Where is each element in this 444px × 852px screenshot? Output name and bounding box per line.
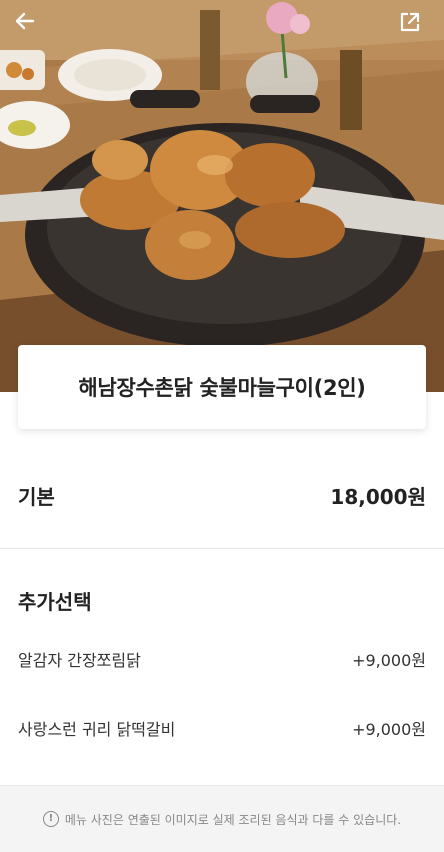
share-external-icon	[400, 12, 420, 32]
option-name: 사랑스런 귀리 닭떡갈비	[18, 720, 176, 739]
base-label: 기본	[18, 484, 55, 509]
notice-text: 메뉴 사진은 연출된 이미지로 실제 조리된 음식과 다를 수 있습니다.	[64, 812, 402, 827]
food-photo	[0, 0, 444, 392]
share-button[interactable]	[398, 10, 430, 42]
option-price: +9,000원	[352, 651, 426, 670]
product-title-card: 해남장수촌닭 숯불마늘구이(2인)	[18, 345, 426, 429]
option-name: 알감자 간장쪼림닭	[18, 651, 141, 670]
product-hero-image	[0, 0, 444, 392]
option-price: +9,000원	[352, 720, 426, 739]
section-divider	[0, 548, 444, 549]
arrow-left-icon	[15, 12, 35, 30]
back-button[interactable]	[14, 10, 46, 42]
option-item[interactable]: 사랑스런 귀리 닭떡갈비 +9,000원	[18, 713, 426, 743]
base-price-row: 기본 18,000원	[18, 476, 426, 514]
option-item[interactable]: 알감자 간장쪼림닭 +9,000원	[18, 644, 426, 674]
info-exclamation-icon: !	[42, 811, 59, 827]
base-price: 18,000원	[330, 484, 426, 509]
photo-disclaimer-notice: ! 메뉴 사진은 연출된 이미지로 실제 조리된 음식과 다를 수 있습니다.	[0, 785, 444, 852]
product-title: 해남장수촌닭 숯불마늘구이(2인)	[78, 376, 366, 400]
options-section-title: 추가선택	[18, 590, 92, 614]
